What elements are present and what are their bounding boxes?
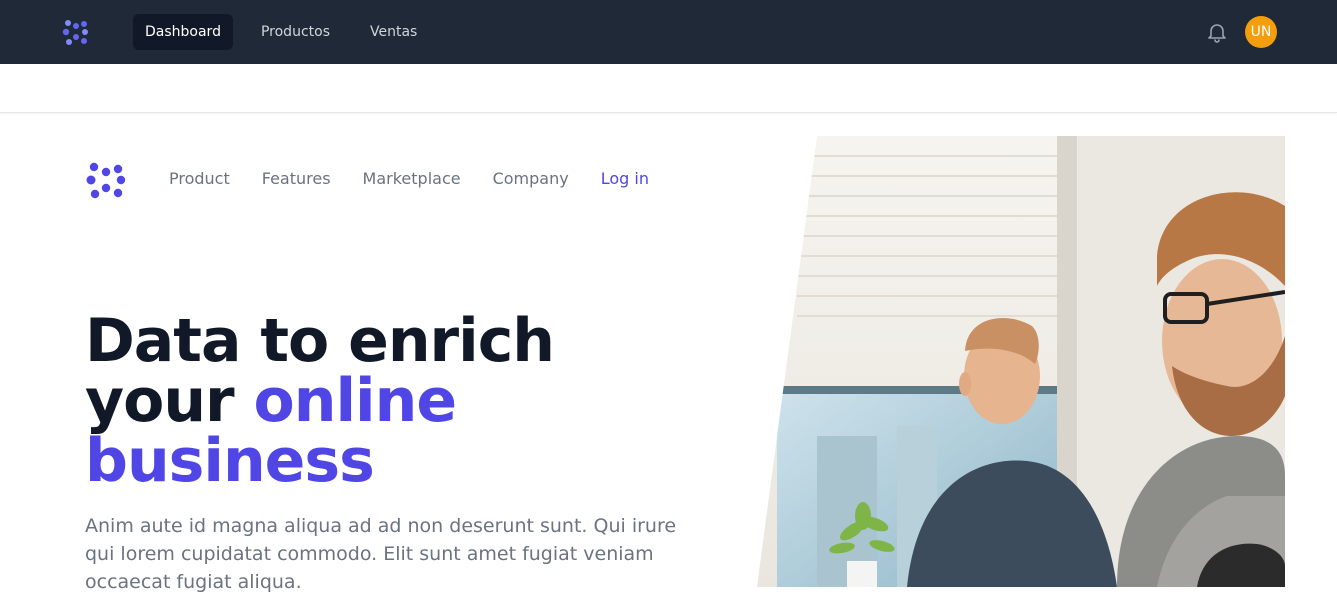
brand-logo-icon[interactable] bbox=[61, 16, 93, 48]
nav-item-dashboard[interactable]: Dashboard bbox=[133, 14, 233, 50]
nav-link-marketplace[interactable]: Marketplace bbox=[363, 169, 461, 189]
nav-item-ventas[interactable]: Ventas bbox=[358, 14, 429, 50]
hero-photo bbox=[757, 136, 1285, 587]
hero-headline: Data to enrich your online business bbox=[85, 311, 705, 491]
user-avatar[interactable]: UN bbox=[1245, 16, 1277, 48]
marketing-nav: Product Features Marketplace Company Log… bbox=[169, 169, 649, 189]
app-top-bar: Dashboard Productos Ventas UN bbox=[0, 0, 1337, 64]
hero-description: Anim aute id magna aliqua ad ad non dese… bbox=[85, 515, 677, 593]
login-link[interactable]: Log in bbox=[601, 169, 649, 189]
nav-link-product[interactable]: Product bbox=[169, 169, 230, 189]
nav-link-features[interactable]: Features bbox=[262, 169, 331, 189]
app-nav: Dashboard Productos Ventas bbox=[133, 14, 429, 50]
page-header-strip bbox=[0, 64, 1337, 113]
hero-logo-icon[interactable] bbox=[85, 160, 129, 200]
nav-link-company[interactable]: Company bbox=[493, 169, 569, 189]
nav-item-productos[interactable]: Productos bbox=[249, 14, 342, 50]
headline-business: business bbox=[85, 426, 375, 496]
bell-icon[interactable] bbox=[1205, 20, 1229, 44]
